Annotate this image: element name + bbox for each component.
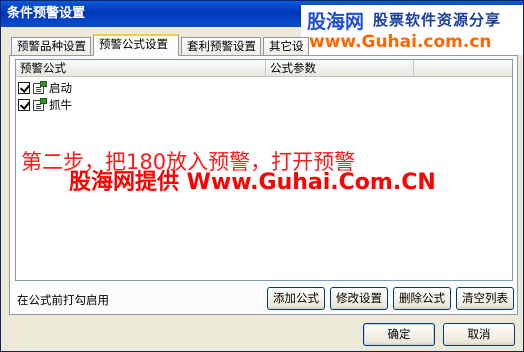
tab-other-settings[interactable]: 其它设 bbox=[263, 37, 309, 56]
cancel-button[interactable]: 取消 bbox=[443, 323, 515, 346]
clear-list-button[interactable]: 清空列表 bbox=[456, 287, 514, 310]
alert-settings-window: 条件预警设置 股海网 股票软件资源分享 www.Guhai.com.cn 预警品… bbox=[0, 0, 524, 352]
brand-overlay-text: 股海网提供 Www.Guhai.Com.CN bbox=[69, 170, 436, 195]
tab-strip: 预警品种设置 预警公式设置 套利预警设置 其它设 bbox=[11, 34, 311, 56]
list-header: 预警公式 公式参数 bbox=[16, 60, 512, 77]
watermark-slogan: 股票软件资源分享 bbox=[373, 11, 502, 29]
tab-arbitrage-settings[interactable]: 套利预警设置 bbox=[181, 37, 261, 56]
list-item[interactable]: 启动 bbox=[18, 80, 72, 96]
column-header-blank bbox=[414, 60, 512, 77]
list-item[interactable]: 抓牛 bbox=[18, 97, 72, 113]
column-header-params[interactable]: 公式参数 bbox=[266, 60, 414, 77]
edit-settings-button[interactable]: 修改设置 bbox=[330, 287, 388, 310]
checkbox-checked-icon[interactable] bbox=[18, 99, 30, 111]
watermark-banner: 股海网 股票软件资源分享 www.Guhai.com.cn bbox=[301, 5, 523, 55]
checkbox-checked-icon[interactable] bbox=[18, 82, 30, 94]
watermark-url: www.Guhai.com.cn bbox=[309, 32, 492, 52]
formula-doc-icon bbox=[32, 81, 47, 95]
add-formula-button[interactable]: 添加公式 bbox=[267, 287, 325, 310]
hint-text: 在公式前打勾启用 bbox=[17, 293, 109, 307]
formula-name: 启动 bbox=[49, 81, 72, 95]
formula-doc-icon bbox=[32, 98, 47, 112]
column-header-formula[interactable]: 预警公式 bbox=[16, 60, 266, 77]
formula-name: 抓牛 bbox=[49, 98, 72, 112]
delete-formula-button[interactable]: 删除公式 bbox=[393, 287, 451, 310]
tab-variety-settings[interactable]: 预警品种设置 bbox=[11, 37, 91, 56]
tab-formula-settings[interactable]: 预警公式设置 bbox=[93, 34, 179, 56]
watermark-logo: 股海网 bbox=[307, 11, 365, 33]
ok-button[interactable]: 确定 bbox=[363, 323, 435, 346]
